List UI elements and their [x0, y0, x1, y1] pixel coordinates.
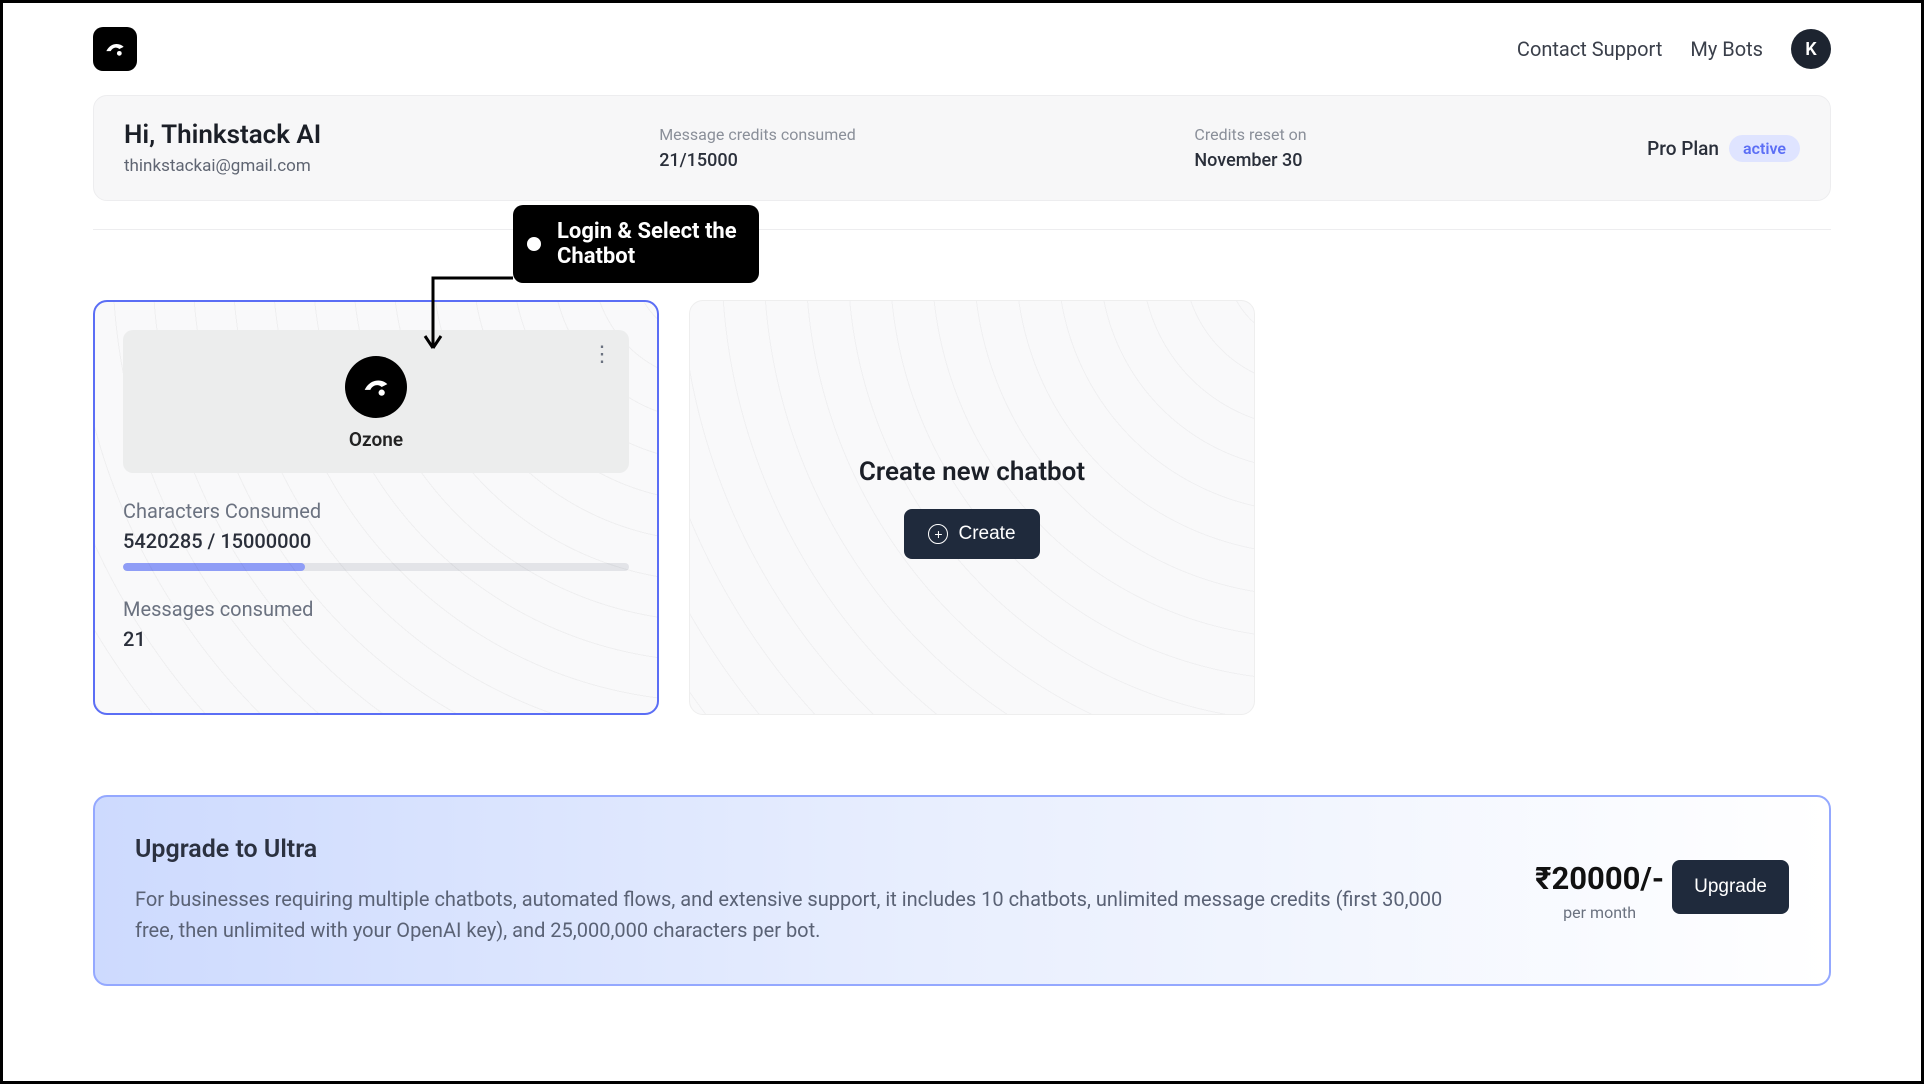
msgs-consumed-value: 21 — [123, 627, 629, 651]
create-button[interactable]: + Create — [904, 509, 1039, 559]
user-avatar[interactable]: K — [1791, 29, 1831, 69]
greeting-email: thinkstackai@gmail.com — [124, 156, 619, 176]
credits-value: 21/15000 — [659, 150, 1154, 171]
reset-value: November 30 — [1194, 150, 1607, 171]
create-chatbot-title: Create new chatbot — [859, 457, 1085, 487]
upgrade-price: ₹20000/- — [1535, 860, 1664, 897]
account-info-card: Hi, Thinkstack AI thinkstackai@gmail.com… — [93, 95, 1831, 201]
upgrade-banner: Upgrade to Ultra For businesses requirin… — [93, 795, 1831, 986]
annotation-text-line2: Chatbot — [557, 244, 635, 269]
upgrade-title: Upgrade to Ultra — [135, 835, 1505, 864]
plan-name: Pro Plan — [1647, 137, 1719, 160]
plan-status-badge: active — [1729, 135, 1800, 162]
my-bots-link[interactable]: My Bots — [1690, 37, 1763, 61]
chatbot-card-header: ⋮ Ozone — [123, 330, 629, 473]
chars-consumed-value: 5420285 / 15000000 — [123, 529, 629, 553]
annotation-text-line1: Login & Select the — [557, 219, 737, 244]
create-button-label: Create — [958, 523, 1015, 545]
annotation-bullet-icon — [527, 237, 541, 251]
plus-circle-icon: + — [928, 524, 948, 544]
upgrade-button[interactable]: Upgrade — [1672, 860, 1789, 914]
upgrade-period: per month — [1535, 903, 1664, 922]
chars-progress-bar — [123, 563, 629, 571]
help-annotation: Login & Select the Chatbot — [513, 205, 759, 283]
credits-label: Message credits consumed — [659, 125, 1154, 144]
chatbot-name: Ozone — [349, 428, 403, 451]
upgrade-description: For businesses requiring multiple chatbo… — [135, 884, 1455, 946]
logo-icon — [102, 36, 128, 62]
greeting-title: Hi, Thinkstack AI — [124, 120, 619, 150]
contact-support-link[interactable]: Contact Support — [1517, 37, 1662, 61]
chatbot-card-ozone[interactable]: ⋮ Ozone Characters Consumed 5420285 / 15… — [93, 300, 659, 715]
msgs-consumed-label: Messages consumed — [123, 597, 629, 621]
create-chatbot-card: Create new chatbot + Create — [689, 300, 1255, 715]
top-bar: Contact Support My Bots K — [93, 19, 1831, 95]
brand-logo[interactable] — [93, 27, 137, 71]
chars-progress-fill — [123, 563, 305, 571]
chars-consumed-label: Characters Consumed — [123, 499, 629, 523]
kebab-menu-icon[interactable]: ⋮ — [591, 344, 613, 366]
reset-label: Credits reset on — [1194, 125, 1607, 144]
chatbot-logo-icon — [345, 356, 407, 418]
section-divider — [93, 229, 1831, 230]
